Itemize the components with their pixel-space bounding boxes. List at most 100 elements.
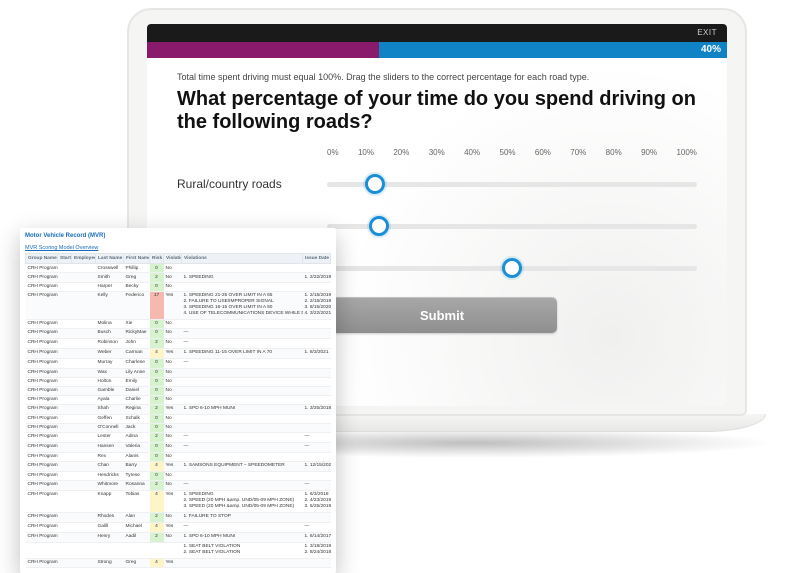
cell — [303, 264, 331, 273]
cell — [58, 395, 72, 404]
cell: Greg — [124, 558, 150, 567]
cell: 0 — [150, 452, 164, 461]
cell — [72, 461, 96, 471]
table-row[interactable]: CRH ProgramLesterAdina2No—— — [26, 432, 331, 442]
cell — [58, 358, 72, 368]
cell: 0 — [150, 414, 164, 423]
table-row[interactable]: CRH ProgramKnappTobias4Yes1. SPEEDING2. … — [26, 490, 331, 512]
cell: Alanis — [124, 452, 150, 461]
progress-fill — [147, 42, 379, 58]
mvr-col-header[interactable]: Issue Date — [303, 254, 331, 264]
table-row[interactable]: CRH ProgramShahRegina2Yes1. SPD 6-10 MPH… — [26, 404, 331, 414]
cell: John — [124, 338, 150, 348]
slider-track[interactable] — [327, 172, 697, 196]
cell: CRH Program — [26, 452, 58, 461]
cell — [58, 282, 72, 291]
table-row[interactable]: CRH ProgramGalillMichael4Yes—— — [26, 522, 331, 532]
mvr-col-header[interactable]: Risk Score — [150, 254, 164, 264]
cell: 4 — [150, 348, 164, 358]
mvr-col-header[interactable]: Start Date — [58, 254, 72, 264]
table-row[interactable]: CRH ProgramHendricksTyrese0No — [26, 471, 331, 480]
cell: CRH Program — [26, 480, 58, 490]
slider-handle[interactable] — [365, 174, 385, 194]
table-row[interactable]: CRH ProgramRexAlanis0No — [26, 452, 331, 461]
table-row[interactable]: CRH ProgramHarperBecky0No — [26, 282, 331, 291]
cell: Galill — [96, 522, 124, 532]
table-row[interactable]: 1. SEAT BELT VIOLATION2. SEAT BELT VIOLA… — [26, 542, 331, 558]
cell — [58, 442, 72, 452]
cell: No — [164, 471, 182, 480]
cell: Knapp — [96, 490, 124, 512]
table-row[interactable]: CRH ProgramBuschRickyMae0No— — [26, 328, 331, 338]
table-row[interactable]: CRH ProgramAyalaCharlie0No — [26, 395, 331, 404]
cell — [72, 338, 96, 348]
table-row[interactable]: CRH ProgramStrongGreg4Yes — [26, 558, 331, 567]
table-row[interactable]: CRH ProgramWeberCarman4Yes1. SPEEDING 11… — [26, 348, 331, 358]
table-row[interactable]: CRH ProgramWaxLily Anne0No — [26, 368, 331, 377]
cell: 1. SPEEDING — [182, 273, 303, 283]
table-row[interactable]: CRH ProgramHenryAadil2No1. SPD 6-10 MPH … — [26, 532, 331, 542]
cell — [72, 490, 96, 512]
mvr-col-header[interactable]: Employee ID — [72, 254, 96, 264]
cell: No — [164, 273, 182, 283]
cell: — — [182, 522, 303, 532]
cell: 1. 3/25/2018 — [303, 404, 331, 414]
cell: Gamble — [96, 386, 124, 395]
mvr-col-header[interactable]: First Name — [124, 254, 150, 264]
table-row[interactable]: CRH ProgramHansenValeria0No—— — [26, 442, 331, 452]
cell — [303, 358, 331, 368]
slider-track[interactable] — [327, 214, 697, 238]
cell: Federico — [124, 291, 150, 319]
cell: 1. 6/14/2017 — [303, 532, 331, 542]
cell: CRH Program — [26, 328, 58, 338]
cell: 4 — [150, 461, 164, 471]
cell: Adina — [124, 432, 150, 442]
cell — [72, 377, 96, 386]
cell: — — [182, 432, 303, 442]
cell: 0 — [150, 442, 164, 452]
cell — [182, 471, 303, 480]
cell — [72, 522, 96, 532]
cell — [58, 338, 72, 348]
table-row[interactable]: CRH ProgramHoltonEmily0No — [26, 377, 331, 386]
submit-button[interactable]: Submit — [327, 297, 557, 333]
table-row[interactable]: CRH ProgramGambleDaniel0No — [26, 386, 331, 395]
mvr-col-header[interactable]: Group Name — [26, 254, 58, 264]
cell: 2 — [150, 512, 164, 522]
scale-tick: 20% — [393, 148, 409, 157]
table-row[interactable]: CRH ProgramRobinsonJohn2No— — [26, 338, 331, 348]
mvr-col-header[interactable]: Violations — [182, 254, 303, 264]
cell: O'Connell — [96, 423, 124, 432]
cell: No — [164, 319, 182, 328]
progress-pct: 40% — [701, 44, 721, 55]
cell — [72, 358, 96, 368]
cell: CRH Program — [26, 377, 58, 386]
table-row[interactable]: CRH ProgramWhitmoreRosanna2No—— — [26, 480, 331, 490]
mvr-col-header[interactable]: Violation Multi... — [164, 254, 182, 264]
table-row[interactable]: CRH ProgramCrosswellPhillip0No — [26, 264, 331, 273]
table-row[interactable]: CRH ProgramO'ConnellJack0No — [26, 423, 331, 432]
cell: 0 — [150, 377, 164, 386]
mvr-col-header[interactable]: Last Name — [96, 254, 124, 264]
table-row[interactable]: CRH ProgramGeffenSchalk0No — [26, 414, 331, 423]
exit-link[interactable]: EXIT — [697, 28, 717, 37]
cell: No — [164, 395, 182, 404]
table-row[interactable]: CRH ProgramKellyFederico17Yes1. SPEEDING… — [26, 291, 331, 319]
scale-tick: 70% — [570, 148, 586, 157]
table-row[interactable]: CRH ProgramSmithGreg2No1. SPEEDING1. 2/2… — [26, 273, 331, 283]
table-row[interactable]: CRH ProgramRhodesAlan2No1. FAILURE TO ST… — [26, 512, 331, 522]
table-row[interactable]: CRH ProgramChanBarry4Yes1. SAMSONS EQUIP… — [26, 461, 331, 471]
cell: Hendricks — [96, 471, 124, 480]
cell — [164, 542, 182, 558]
cell: 2 — [150, 338, 164, 348]
mvr-scoring-link[interactable]: MVR Scoring Model Overview — [25, 245, 331, 251]
table-row[interactable]: CRH ProgramMurrayCharlene0No— — [26, 358, 331, 368]
slider-handle[interactable] — [369, 216, 389, 236]
cell — [58, 377, 72, 386]
slider-track[interactable] — [327, 256, 697, 280]
table-row[interactable]: CRH ProgramMolinaXie0No — [26, 319, 331, 328]
cell: Alan — [124, 512, 150, 522]
cell: No — [164, 432, 182, 442]
cell — [58, 368, 72, 377]
slider-handle[interactable] — [502, 258, 522, 278]
